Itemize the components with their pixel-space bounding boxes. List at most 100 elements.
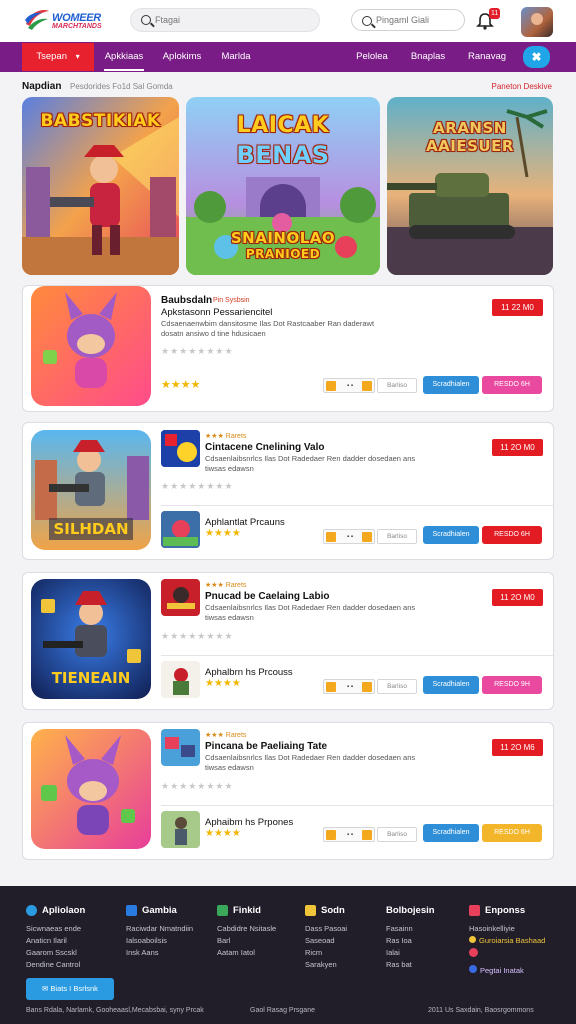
buy-button[interactable]: RESDO 6H (482, 376, 542, 394)
quantity-stepper[interactable]: ▪ ▪ (323, 529, 375, 544)
banner-title: ARANSN (433, 119, 507, 137)
nav-item[interactable]: Ranavag (458, 42, 516, 72)
search-input[interactable] (155, 12, 275, 28)
footer-link[interactable]: Sicwnaeas ende (26, 924, 85, 933)
quantity-stepper[interactable]: ▪ ▪ (323, 679, 375, 694)
quantity-stepper[interactable]: ▪ ▪ (323, 827, 375, 842)
featured-banner[interactable]: BABSTIKIAK (22, 97, 179, 275)
app-category: Pin Sysbsin (213, 297, 250, 304)
buy-button[interactable]: RESDO 6H (482, 824, 542, 842)
app-subtitle[interactable]: Aphaibm hs Prpones (205, 817, 293, 828)
footer-link[interactable]: Insk Aans (126, 948, 193, 957)
top-header: WOMEER MARCHTANDS 11 (0, 0, 576, 42)
app-thumbnail[interactable]: TIENEAIN (31, 579, 151, 699)
nav-item[interactable]: Apkkiaas (98, 42, 150, 72)
wishlist-button[interactable]: Barliso (377, 378, 417, 393)
footer-link[interactable]: Hasoinkelliyie (469, 924, 545, 933)
buy-button[interactable]: RESDO 9H (482, 676, 542, 694)
buy-button[interactable]: RESDO 6H (482, 526, 542, 544)
footer-heading: Bolbojesin (386, 904, 435, 916)
footer-link[interactable]: Sarakyen (305, 960, 347, 969)
app-thumbnail[interactable]: SILHDAN (31, 430, 151, 550)
footer-link[interactable]: Fasainn (386, 924, 435, 933)
svg-text:SILHDAN: SILHDAN (53, 520, 128, 538)
footer-link[interactable]: Ras bat (386, 960, 435, 969)
secondary-search-input[interactable] (376, 12, 460, 28)
secondary-search[interactable] (351, 9, 465, 31)
nav-item[interactable]: Bnaplas (400, 42, 456, 72)
app-icon[interactable] (161, 661, 200, 698)
app-card[interactable]: SILHDAN ★★★ Rarets Cintacene Cnelining V… (22, 422, 554, 560)
app-title[interactable]: Baubsdaln (161, 295, 212, 306)
nav-item-active[interactable]: Tsepan ▾ (22, 43, 94, 71)
footer-link[interactable]: Ricm (305, 948, 347, 957)
nav-item[interactable]: Aplokims (156, 42, 208, 72)
footer-link[interactable]: Guroiarsia Bashaad (469, 936, 545, 945)
wishlist-button[interactable]: Barliso (377, 827, 417, 842)
footer-link[interactable]: Saseoad (305, 936, 347, 945)
nav-item[interactable]: Marlda (214, 42, 258, 72)
app-icon[interactable] (161, 579, 200, 616)
rating-stars: ★★★★ (161, 379, 201, 391)
app-icon[interactable] (161, 511, 200, 548)
featured-banner[interactable]: ARANSN AAIESUER (387, 97, 553, 275)
logo-swoosh-icon (25, 10, 49, 30)
banner-title: PRANIOED (245, 247, 321, 261)
app-subtitle[interactable]: Aphlantlat Prcauns (205, 517, 285, 528)
app-title[interactable]: Pincana be Paeliaing Tate (205, 741, 327, 752)
details-button[interactable]: Scradhialen (423, 824, 479, 842)
app-icon[interactable] (161, 729, 200, 766)
price-badge: 11 22 M0 (492, 299, 543, 316)
logo-subtext: MARCHTANDS (52, 23, 102, 30)
app-subtitle[interactable]: Aphalbrn hs Prcouss (205, 667, 293, 678)
footer-link[interactable]: Barl (217, 936, 276, 945)
app-icon[interactable] (161, 811, 200, 848)
footer-link-label: Pegtai Inatak (480, 966, 524, 975)
footer-heading: Apliolaon (42, 904, 86, 916)
app-description: Cdsaenlaibsnrlcs Ilas Dot Radedaer Ren d… (205, 753, 416, 772)
app-thumbnail[interactable] (31, 729, 151, 849)
social-icon (469, 948, 478, 957)
footer-column: Enponss Hasoinkelliyie Guroiarsia Bashaa… (469, 904, 545, 975)
main-search[interactable] (130, 8, 320, 32)
details-button[interactable]: Scradhialen (423, 526, 479, 544)
app-title[interactable]: Pnucad be Caelaing Labio (205, 591, 329, 602)
banner-title: AAIESUER (426, 137, 514, 155)
footer-link[interactable]: Ras Ioa (386, 936, 435, 945)
footer-link[interactable]: Raciwdar Nmatndiin (126, 924, 193, 933)
footer-link[interactable]: Gaarom Sscskl (26, 948, 85, 957)
footer-link[interactable]: Ialai (386, 948, 435, 957)
rating-placeholder: ★★★★★★★★ (161, 781, 234, 791)
section-link[interactable]: Paneton Deskive (492, 82, 552, 91)
app-icon (126, 904, 137, 916)
logo[interactable]: WOMEER MARCHTANDS (24, 6, 104, 34)
footer-link[interactable]: Cabdidre Nsitasle (217, 924, 276, 933)
close-button[interactable]: ✖ (523, 46, 550, 68)
footer-link[interactable]: Anaticn Ilaril (26, 936, 85, 945)
app-card[interactable]: TIENEAIN ★★★ Rarets Pnucad be Caelaing L… (22, 572, 554, 710)
divider (161, 505, 553, 506)
app-card[interactable]: ★★★ Rarets Pincana be Paeliaing Tate Cds… (22, 722, 554, 860)
nav-item[interactable]: Pelolea (346, 42, 398, 72)
avatar[interactable] (521, 7, 553, 37)
rating-placeholder: ★★★★★★★★ (161, 346, 234, 356)
footer-link[interactable]: Dendine Cantrol (26, 960, 85, 969)
subscribe-button[interactable]: ✉ Biats I Bsrlsnk (26, 978, 114, 1000)
footer-column: Gambia Raciwdar Nmatndiin Ialsoaboilsis … (126, 904, 193, 957)
app-card[interactable]: Baubsdaln Pin Sysbsin Apkstasonn Pessari… (22, 285, 554, 412)
banner-title: BENAS (236, 141, 330, 169)
quantity-stepper[interactable]: ▪ ▪ (323, 378, 375, 393)
footer-link[interactable]: Ialsoaboilsis (126, 936, 193, 945)
footer-link[interactable]: Dass Pasoai (305, 924, 347, 933)
footer-link[interactable] (469, 948, 545, 959)
footer-link[interactable]: Pegtai Inatak (469, 965, 545, 975)
featured-banner[interactable]: LAICAK BENAS SNAINOLAO PRANIOED (186, 97, 380, 275)
details-button[interactable]: Scradhialen (423, 376, 479, 394)
app-thumbnail[interactable] (31, 286, 151, 406)
app-title[interactable]: Cintacene Cnelining Valo (205, 442, 324, 453)
details-button[interactable]: Scradhialen (423, 676, 479, 694)
footer-link[interactable]: Aatam Iatol (217, 948, 276, 957)
wishlist-button[interactable]: Barliso (377, 529, 417, 544)
wishlist-button[interactable]: Barliso (377, 679, 417, 694)
app-icon[interactable] (161, 430, 200, 467)
